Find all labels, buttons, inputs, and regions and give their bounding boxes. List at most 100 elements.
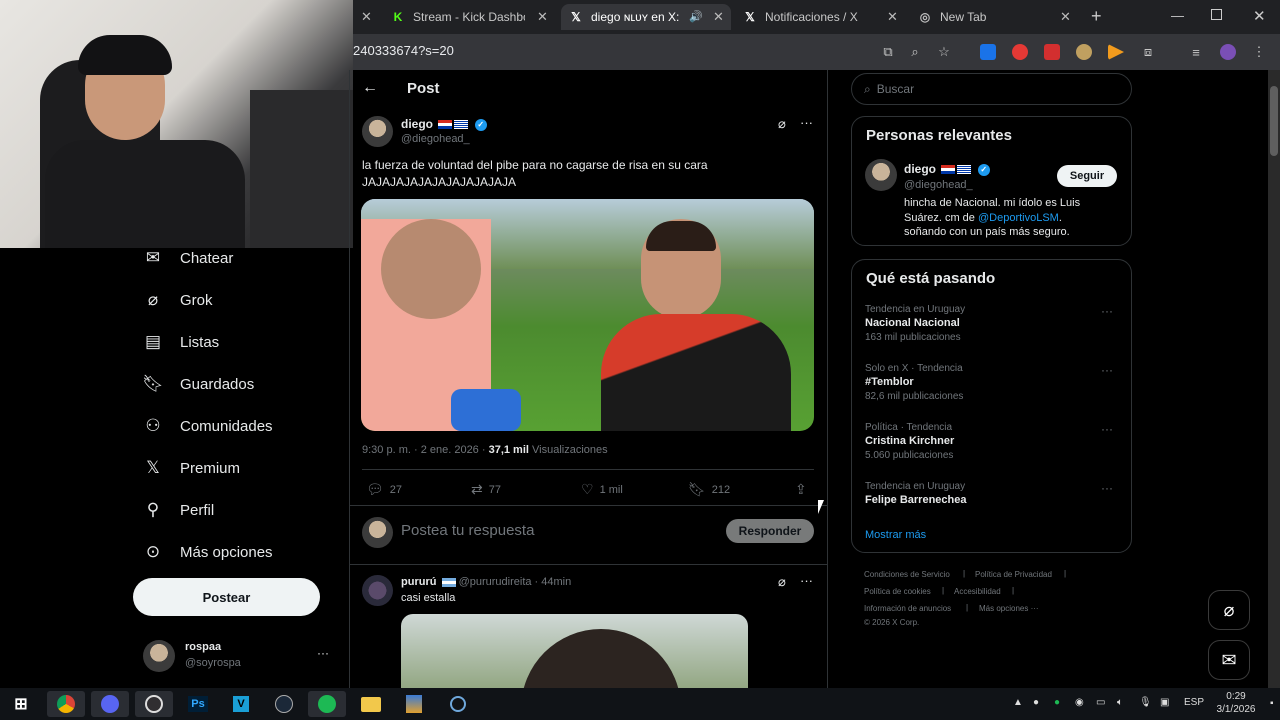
menu-dots-icon[interactable]: ⋮ — [1249, 42, 1269, 62]
close-icon[interactable]: ✕ — [887, 9, 898, 25]
file-explorer-icon[interactable] — [352, 691, 390, 717]
account-menu-icon[interactable]: ··· — [317, 646, 329, 660]
maximize-icon[interactable] — [1211, 9, 1222, 20]
minimize-icon[interactable]: — — [1171, 8, 1184, 23]
zoom-icon[interactable]: ⌕ — [905, 42, 925, 62]
nav-guardados[interactable]: 🔖︎ Guardados — [142, 374, 254, 394]
microphone-icon[interactable]: 🎙︎ — [1139, 697, 1152, 708]
nav-comunidades[interactable]: ⚇ Comunidades — [143, 416, 272, 436]
language-indicator[interactable]: ESP — [1184, 697, 1204, 708]
app-icon[interactable] — [395, 691, 433, 717]
photoshop-icon[interactable]: Ps — [179, 691, 217, 717]
close-icon[interactable]: ✕ — [713, 9, 724, 25]
nav-chatear[interactable]: ✉ Chatear — [143, 248, 234, 268]
repost-action[interactable]: ⇄ 77 — [471, 481, 501, 498]
trend-item[interactable]: Solo en X · Tendencia #Temblor 82,6 mil … — [865, 363, 1120, 402]
reply-input[interactable]: Postea tu respuesta — [401, 522, 534, 539]
cast-icon[interactable]: ⧉ — [878, 42, 898, 62]
extension-icon[interactable] — [1044, 44, 1060, 60]
windows-start-icon[interactable]: ⊞ — [2, 691, 40, 717]
footer-link[interactable]: Política de Privacidad — [975, 570, 1052, 579]
more-dots-icon[interactable]: ··· — [1101, 422, 1113, 436]
steam-icon[interactable] — [265, 691, 303, 717]
nav-mas-opciones[interactable]: ⊙ Más opciones — [143, 542, 273, 562]
share-action[interactable]: ⇪ — [795, 481, 813, 498]
seguir-button[interactable]: Seguir — [1057, 165, 1117, 187]
extension-icon[interactable] — [1012, 44, 1028, 60]
bookmark-action[interactable]: 🔖︎ 212 — [688, 481, 730, 498]
vegas-icon[interactable]: V — [222, 691, 260, 717]
tab-new-tab[interactable]: ◎ New Tab ✕ — [918, 4, 1078, 30]
footer-link[interactable]: Accesibilidad — [954, 587, 1001, 596]
reply-action[interactable]: 💬︎ 27 — [366, 481, 402, 498]
search-input[interactable]: ⌕ Buscar — [851, 73, 1132, 105]
more-dots-icon[interactable]: ··· — [800, 573, 813, 588]
discord-app-icon[interactable] — [91, 691, 129, 717]
like-action[interactable]: ♡ 1 mil — [581, 481, 623, 498]
tab-kick[interactable]: K Stream - Kick Dashboard ✕ — [391, 4, 551, 30]
more-dots-icon[interactable]: ··· — [1101, 304, 1113, 318]
nav-premium[interactable]: 𝕏 Premium — [143, 458, 240, 478]
reply-video[interactable] — [401, 614, 748, 688]
clock[interactable]: 0:29 3/1/2026 — [1214, 691, 1258, 715]
network-icon[interactable]: ▭ — [1096, 697, 1105, 708]
app-icon[interactable] — [439, 691, 477, 717]
bio-mention-link[interactable]: @DeportivoLSM — [978, 212, 1059, 224]
display-icon[interactable]: ▣ — [1160, 697, 1169, 708]
nav-grok[interactable]: ⌀ Grok — [143, 290, 213, 310]
tray-chevron-icon[interactable]: ▲ — [1013, 697, 1023, 708]
trend-item[interactable]: Política · Tendencia Cristina Kirchner 5… — [865, 422, 1120, 461]
messages-fab-icon[interactable]: ✉ — [1208, 640, 1250, 680]
scrollbar-thumb[interactable] — [1270, 86, 1278, 156]
notification-icon[interactable]: ▪ — [1270, 698, 1274, 709]
responder-button[interactable]: Responder — [726, 519, 814, 543]
spotify-tray-icon[interactable]: ● — [1054, 697, 1060, 708]
more-dots-icon[interactable]: ··· — [1101, 481, 1113, 495]
post-video[interactable] — [361, 199, 814, 431]
close-icon[interactable]: ✕ — [361, 9, 372, 25]
tab-notificaciones[interactable]: 𝕏 Notificaciones / X ✕ — [743, 4, 903, 30]
relevant-name[interactable]: diego ✓ — [904, 162, 990, 176]
speaker-icon[interactable]: 🔊 — [689, 10, 703, 23]
close-icon[interactable]: ✕ — [1060, 9, 1071, 25]
window-close-icon[interactable]: ✕ — [1253, 7, 1266, 25]
steam-tray-icon[interactable]: ◉ — [1075, 697, 1084, 708]
scrollbar[interactable] — [1268, 70, 1280, 688]
extension-icon[interactable] — [1076, 44, 1092, 60]
url-field[interactable]: 240333674?s=20 — [353, 43, 454, 58]
puzzle-icon[interactable]: ⧈ — [1138, 42, 1158, 62]
trend-item[interactable]: Tendencia en Uruguay Nacional Nacional 1… — [865, 304, 1120, 343]
relevant-avatar[interactable] — [865, 159, 897, 191]
grok-icon[interactable]: ⌀ — [778, 574, 786, 590]
discord-tray-icon[interactable]: ● — [1033, 697, 1039, 708]
more-dots-icon[interactable]: ··· — [800, 115, 813, 130]
more-dots-icon[interactable]: ··· — [1101, 363, 1113, 377]
trend-item[interactable]: Tendencia en Uruguay Felipe Barrenechea … — [865, 481, 1120, 506]
nav-listas[interactable]: ▤ Listas — [143, 332, 219, 352]
star-icon[interactable]: ☆ — [934, 42, 954, 62]
volume-icon[interactable]: 🔈︎ — [1117, 697, 1123, 708]
reply-author-avatar[interactable] — [362, 575, 393, 606]
profile-icon[interactable] — [1220, 44, 1236, 60]
show-more-link[interactable]: Mostrar más — [865, 529, 926, 541]
author-name[interactable]: diego ✓ — [401, 117, 487, 131]
footer-link[interactable]: Condiciones de Servicio — [864, 570, 950, 579]
media-icon[interactable]: ≡ — [1186, 42, 1206, 62]
close-icon[interactable]: ✕ — [537, 9, 548, 25]
footer-link[interactable]: Más opciones ··· — [979, 604, 1039, 613]
author-handle[interactable]: @diegohead_ — [401, 133, 470, 145]
grok-fab-icon[interactable]: ⌀ — [1208, 590, 1250, 630]
footer-link[interactable]: Información de anuncios — [864, 604, 951, 613]
spotify-icon[interactable] — [308, 691, 346, 717]
obs-icon[interactable] — [135, 691, 173, 717]
grok-icon[interactable]: ⌀ — [778, 116, 786, 132]
reply-author[interactable]: pururú @pururudireita · 44min — [401, 576, 571, 588]
postear-button[interactable]: Postear — [133, 578, 320, 616]
nav-perfil[interactable]: ⚲ Perfil — [143, 500, 214, 520]
account-avatar[interactable] — [143, 640, 175, 672]
extension-icon[interactable] — [980, 44, 996, 60]
play-extension-icon[interactable] — [1108, 44, 1124, 60]
tab-x-post[interactable]: 𝕏 diego ɴʟᴜʏ en X: "la 🔊 ✕ — [561, 4, 731, 30]
author-avatar[interactable] — [362, 116, 393, 147]
new-tab-plus-icon[interactable]: + — [1091, 6, 1102, 27]
